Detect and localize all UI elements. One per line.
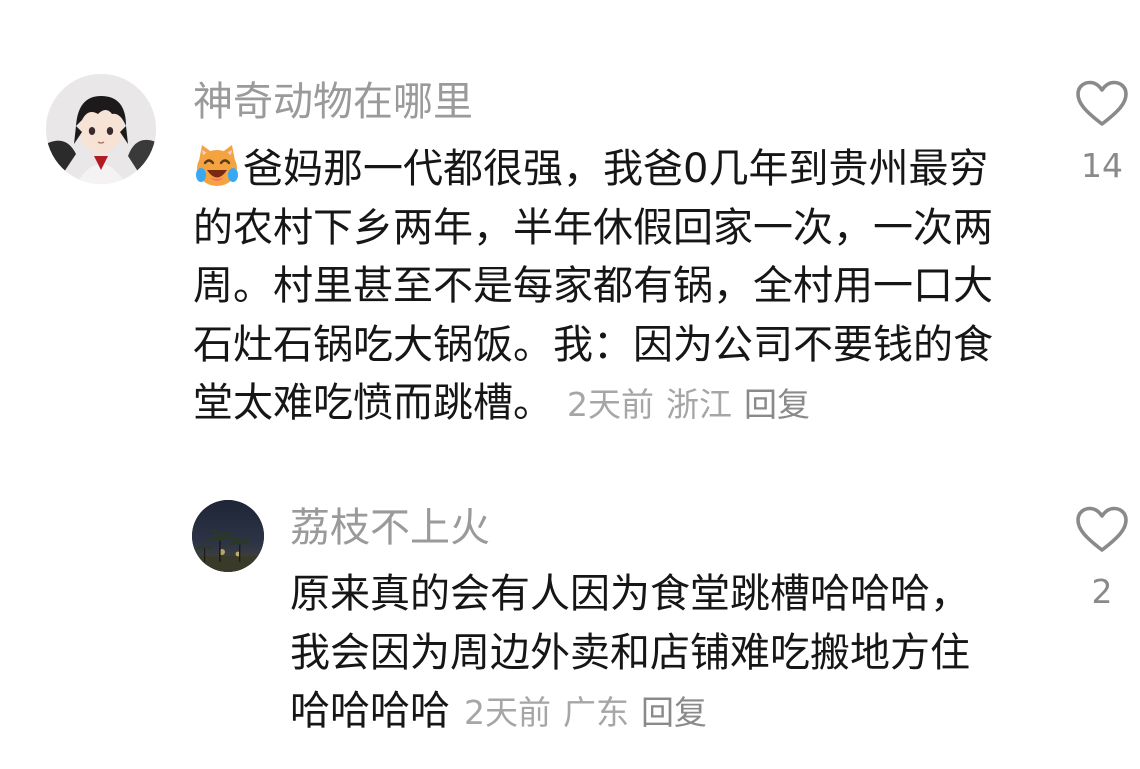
like-count: 2 [1091, 572, 1113, 611]
comment-time: 2天前 [567, 385, 654, 424]
comment-time: 2天前 [464, 693, 551, 732]
comment-item: 神奇动物在哪里 爸妈那一代都很强，我爸0几年到贵州最穷的农村下乡两年，半年休假回… [0, 0, 1140, 480]
reply-comment-item: 荔枝不上火 原来真的会有人因为食堂跳槽哈哈哈，我会因为周边外卖和店铺难吃搬地方住… [0, 480, 1140, 769]
avatar-anime-character-image [46, 74, 156, 184]
comment-body: 爸妈那一代都很强，我爸0几年到贵州最穷的农村下乡两年，半年休假回家一次，一次两周… [193, 140, 998, 435]
reply-button[interactable]: 回复 [744, 385, 810, 424]
comment-location: 广东 [563, 693, 629, 732]
comment-location: 浙江 [666, 385, 732, 424]
comment-meta: 2天前 浙江 回复 [567, 385, 810, 424]
heart-icon [1076, 80, 1128, 126]
like-button[interactable]: 2 [1072, 506, 1132, 612]
comment-text: 爸妈那一代都很强，我爸0几年到贵州最穷的农村下乡两年，半年休假回家一次，一次两周… [193, 146, 993, 426]
avatar[interactable] [192, 500, 264, 572]
comment-username[interactable]: 神奇动物在哪里 [193, 78, 473, 126]
comment-body: 原来真的会有人因为食堂跳槽哈哈哈，我会因为周边外卖和店铺难吃搬地方住哈哈哈哈 2天… [290, 565, 1005, 743]
heart-icon [1076, 506, 1128, 552]
comment-meta: 2天前 广东 回复 [464, 693, 707, 732]
laughing-crying-cat-emoji-icon [193, 141, 241, 189]
avatar-night-palm-trees-image [192, 500, 264, 572]
comment-username[interactable]: 荔枝不上火 [290, 504, 490, 552]
avatar[interactable] [46, 74, 156, 184]
like-count: 14 [1081, 146, 1123, 185]
reply-button[interactable]: 回复 [641, 693, 707, 732]
like-button[interactable]: 14 [1072, 80, 1132, 186]
